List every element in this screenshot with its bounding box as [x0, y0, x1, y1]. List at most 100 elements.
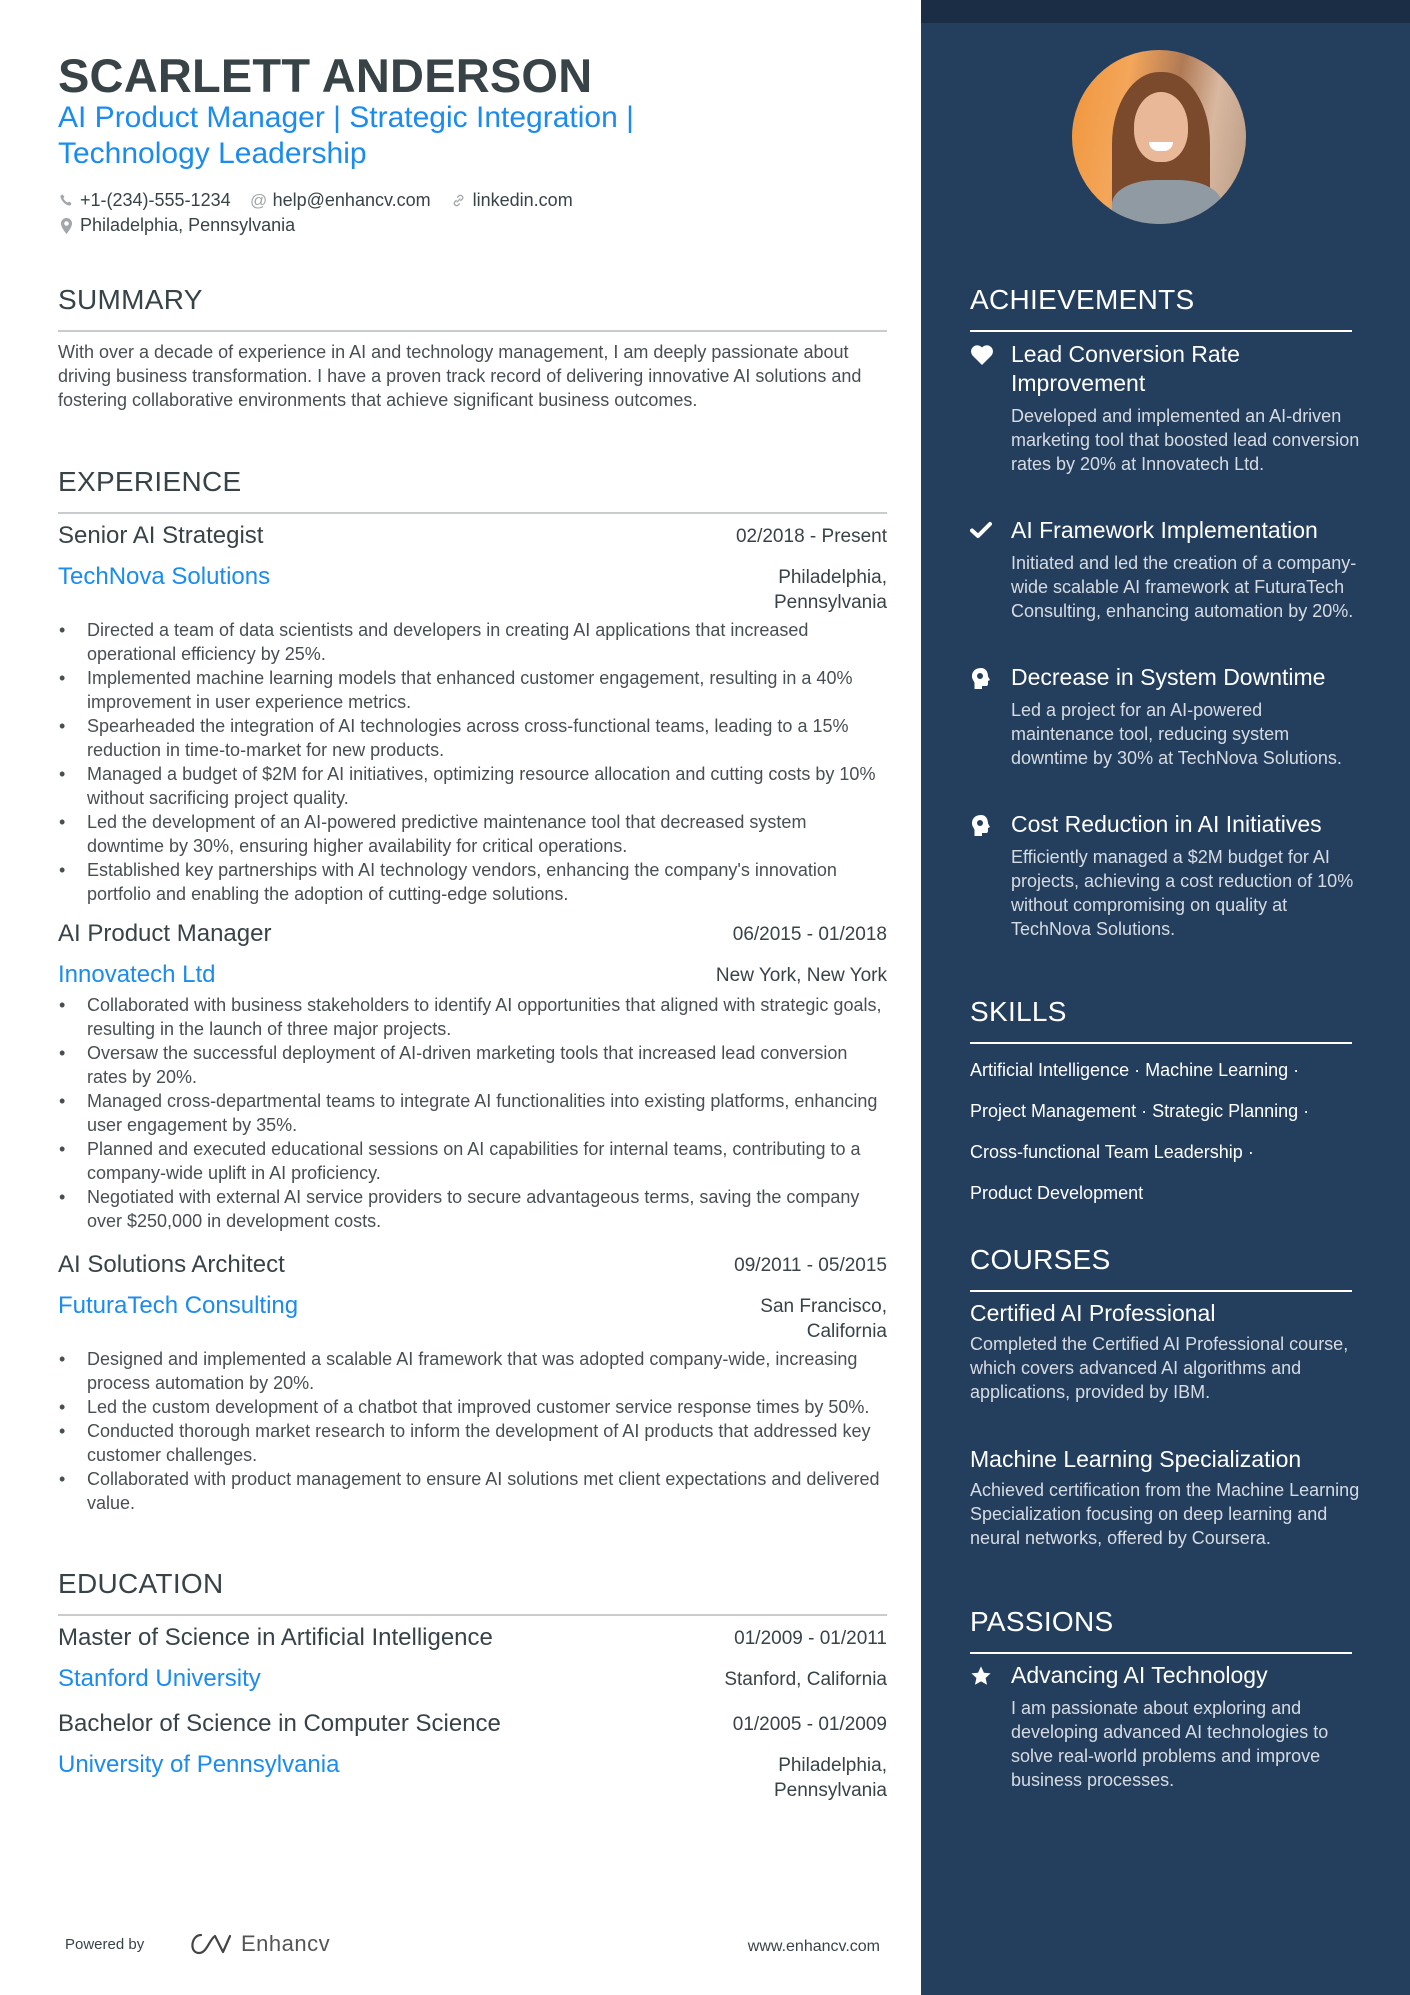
summary-text: With over a decade of experience in AI a…	[58, 342, 862, 410]
candidate-name: SCARLETT ANDERSON	[58, 49, 593, 102]
course-item: Machine Learning Specialization Achieved…	[970, 1445, 1360, 1550]
job-dates: 09/2011 - 05/2015	[734, 1255, 887, 1276]
bullet-item: Oversaw the successful deployment of AI-…	[58, 1041, 887, 1089]
section-title-summary: SUMMARY	[58, 284, 203, 315]
course-item: Certified AI Professional Completed the …	[970, 1299, 1360, 1404]
bullet-item: Collaborated with product management to …	[58, 1467, 887, 1515]
contact-email[interactable]: @ help@enhancv.com	[249, 190, 431, 211]
heart-icon	[970, 344, 994, 368]
job-bullets: Collaborated with business stakeholders …	[58, 993, 887, 1233]
job-company: TechNova Solutions	[58, 563, 271, 590]
bullet-item: Directed a team of data scientists and d…	[58, 618, 887, 666]
achievement-title: AI Framework Implementation	[1011, 517, 1318, 543]
location-pin-icon	[58, 217, 74, 234]
website-link[interactable]: www.enhancv.com	[748, 1938, 880, 1956]
passion-item: Advancing AI Technology I am passionate …	[970, 1661, 1360, 1792]
section-title-courses: COURSES	[970, 1244, 1111, 1275]
at-icon: @	[249, 190, 268, 210]
job-company: Innovatech Ltd	[58, 961, 216, 988]
phone-icon	[58, 193, 74, 209]
contact-phone: +1-(234)-555-1234	[58, 190, 231, 211]
bullet-item: Spearheaded the integration of AI techno…	[58, 714, 887, 762]
skill-line: Cross-functional Team Leadership ·	[970, 1142, 1254, 1162]
section-title-experience: EXPERIENCE	[58, 466, 242, 497]
achievement-desc: Developed and implemented an AI-driven m…	[1011, 406, 1360, 474]
bullet-item: Led the custom development of a chatbot …	[58, 1395, 887, 1419]
section-divider	[58, 512, 887, 514]
section-divider	[970, 1290, 1352, 1292]
section-title-skills: SKILLS	[970, 996, 1067, 1027]
course-desc: Achieved certification from the Machine …	[970, 1480, 1360, 1548]
bullet-item: Implemented machine learning models that…	[58, 666, 887, 714]
brain-head-icon	[970, 667, 994, 691]
skill-line: Project Management · Strategic Planning …	[970, 1101, 1310, 1121]
brain-head-icon	[970, 814, 994, 838]
achievement-item: Decrease in System Downtime Led a projec…	[970, 663, 1360, 770]
contact-location: Philadelphia, Pennsylvania	[58, 215, 295, 236]
education-item: Bachelor of Science in Computer Science …	[58, 1710, 887, 1803]
bullet-item: Managed cross-departmental teams to inte…	[58, 1089, 887, 1137]
bullet-item: Negotiated with external AI service prov…	[58, 1185, 887, 1233]
star-icon	[970, 1665, 994, 1689]
school: Stanford University	[58, 1665, 261, 1692]
bullet-item: Planned and executed educational session…	[58, 1137, 887, 1185]
achievement-desc: Led a project for an AI-powered maintena…	[1011, 700, 1342, 768]
section-divider	[58, 330, 887, 332]
school: University of Pennsylvania	[58, 1751, 340, 1778]
achievement-item: Lead Conversion Rate Improvement Develop…	[970, 340, 1360, 476]
section-divider	[58, 1614, 887, 1616]
achievement-title: Lead Conversion Rate Improvement	[1011, 341, 1240, 396]
job-bullets: Designed and implemented a scalable AI f…	[58, 1347, 887, 1515]
course-title: Machine Learning Specialization	[970, 1446, 1302, 1472]
enhancv-logo-icon	[191, 1933, 232, 1955]
link-icon	[451, 193, 467, 209]
section-title-education: EDUCATION	[58, 1568, 224, 1599]
powered-by-label: Powered by	[65, 1936, 145, 1953]
footer: Powered by Enhancv www.enhancv.com	[65, 1930, 880, 1960]
education-location: Philadelphia, Pennsylvania	[773, 1755, 887, 1801]
job-location: Philadelphia, Pennsylvania	[773, 567, 887, 613]
achievement-title: Decrease in System Downtime	[1011, 664, 1326, 690]
bullet-item: Collaborated with business stakeholders …	[58, 993, 887, 1041]
achievement-item: Cost Reduction in AI Initiatives Efficie…	[970, 810, 1360, 941]
course-title: Certified AI Professional	[970, 1300, 1216, 1326]
job-title: AI Solutions Architect	[58, 1251, 285, 1278]
experience-item: AI Solutions Architect 09/2011 - 05/2015…	[58, 1251, 887, 1515]
bullet-item: Established key partnerships with AI tec…	[58, 858, 887, 906]
bullet-item: Led the development of an AI-powered pre…	[58, 810, 887, 858]
achievement-item: AI Framework Implementation Initiated an…	[970, 516, 1360, 623]
sidebar: ACHIEVEMENTS Lead Conversion Rate Improv…	[921, 0, 1410, 1995]
experience-item: AI Product Manager 06/2015 - 01/2018 Inn…	[58, 920, 887, 1233]
section-title-achievements: ACHIEVEMENTS	[970, 284, 1195, 315]
check-icon	[970, 520, 994, 544]
skill-line: Artificial Intelligence · Machine Learni…	[970, 1060, 1300, 1080]
passion-desc: I am passionate about exploring and deve…	[1011, 1698, 1329, 1790]
job-location: San Francisco, California	[760, 1296, 887, 1342]
degree: Bachelor of Science in Computer Science	[58, 1710, 501, 1737]
education-dates: 01/2009 - 01/2011	[734, 1628, 887, 1649]
job-company: FuturaTech Consulting	[58, 1292, 299, 1319]
enhancv-logo[interactable]: Enhancv	[185, 1930, 330, 1958]
contact-link[interactable]: linkedin.com	[451, 190, 573, 211]
passion-title: Advancing AI Technology	[1011, 1662, 1268, 1688]
achievement-desc: Initiated and led the creation of a comp…	[1011, 553, 1357, 621]
bullet-item: Conducted thorough market research to in…	[58, 1419, 887, 1467]
sidebar-top-band	[921, 0, 1410, 23]
job-dates: 06/2015 - 01/2018	[732, 924, 887, 945]
experience-item: Senior AI Strategist 02/2018 - Present T…	[58, 522, 887, 906]
education-item: Master of Science in Artificial Intellig…	[58, 1624, 887, 1697]
achievement-desc: Efficiently managed a $2M budget for AI …	[1011, 847, 1354, 939]
bullet-item: Managed a budget of $2M for AI initiativ…	[58, 762, 887, 810]
degree: Master of Science in Artificial Intellig…	[58, 1624, 493, 1651]
section-divider	[970, 330, 1352, 332]
job-title: Senior AI Strategist	[58, 522, 264, 549]
section-title-passions: PASSIONS	[970, 1606, 1114, 1637]
section-divider	[970, 1042, 1352, 1044]
enhancv-brand: Enhancv	[241, 1931, 331, 1956]
section-divider	[970, 1652, 1352, 1654]
education-location: Stanford, California	[724, 1669, 887, 1690]
skills-list: Artificial Intelligence · Machine Learni…	[970, 1050, 1370, 1214]
job-bullets: Directed a team of data scientists and d…	[58, 618, 887, 906]
contact-info: +1-(234)-555-1234 @ help@enhancv.com lin…	[58, 188, 593, 238]
job-location: New York, New York	[715, 965, 887, 986]
